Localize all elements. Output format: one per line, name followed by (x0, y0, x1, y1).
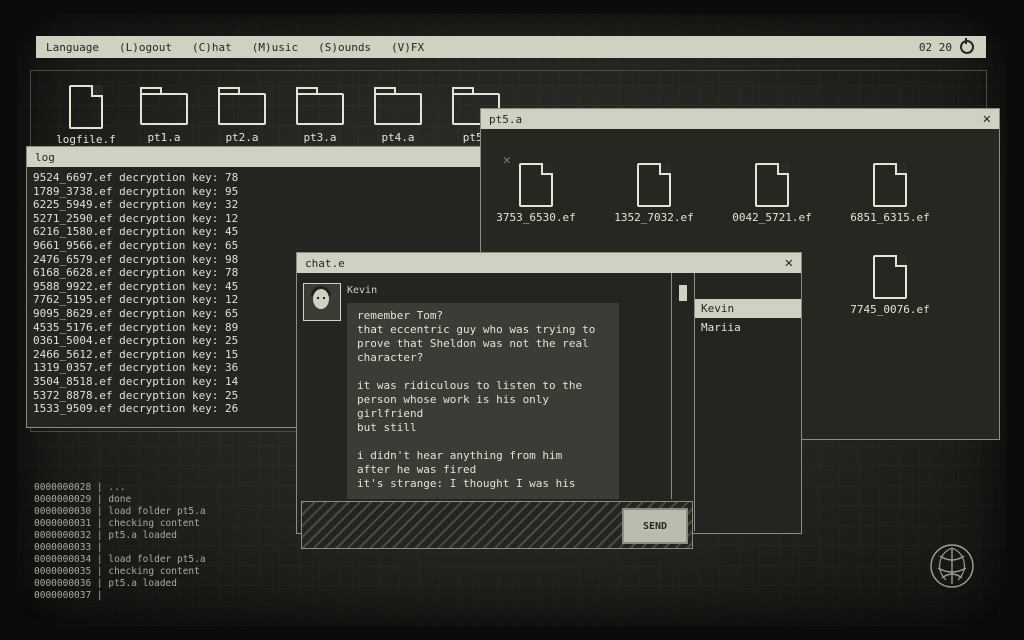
file-icon (69, 85, 103, 129)
console-line: 0000000028 | ... (34, 482, 126, 493)
console-line: 0000000036 | pt5.a loaded (34, 578, 177, 589)
log-line: 1789_3738.ef decryption key: 95 (33, 184, 239, 198)
file-icon (519, 163, 553, 207)
message-line: it's strange: I thought I was his (357, 477, 576, 490)
pt5-titlebar[interactable]: pt5.a ✕ (481, 109, 999, 129)
message-bubble[interactable]: remember Tom? that eccentric guy who was… (347, 303, 619, 499)
crt-screen: Language (L)ogout (C)hat (M)usic (S)ound… (18, 14, 1006, 626)
message-sender: Kevin (347, 285, 378, 296)
desktop-icon-label: pt3.a (303, 131, 337, 144)
log-title: log (35, 150, 55, 164)
message-line: but still (357, 421, 417, 434)
file-icon (873, 163, 907, 207)
console-line: 0000000034 | load folder pt5.a (34, 554, 206, 565)
message-line: prove that Sheldon was not the real (357, 337, 589, 350)
console-line: 0000000029 | done (34, 494, 132, 505)
console-log: 0000000028 | ... 0000000029 | done 00000… (34, 482, 206, 602)
message-line: after he was fired (357, 463, 477, 476)
console-line: 0000000032 | pt5.a loaded (34, 530, 177, 541)
user-mariia[interactable]: Mariia (695, 318, 801, 337)
user-list: Kevin Mariia (694, 273, 801, 531)
pt5-file[interactable]: 1352_7032.ef (599, 163, 709, 224)
desktop-icon-label: logfile.f (56, 133, 116, 146)
avatar-face (313, 289, 329, 309)
send-button[interactable]: SEND (622, 508, 688, 544)
clock: 02 20 (918, 40, 952, 54)
log-line: 9661_9566.ef decryption key: 65 (33, 238, 239, 252)
message-line: it was ridiculous to listen to the (357, 379, 583, 392)
menu-chat[interactable]: (C)hat (182, 41, 242, 54)
menu-logout[interactable]: (L)ogout (109, 41, 182, 54)
desktop-icon-logfile[interactable]: logfile.f (51, 85, 121, 146)
file-icon (637, 163, 671, 207)
pt5-file[interactable]: 3753_6530.ef (481, 163, 591, 224)
menu-language[interactable]: Language (36, 41, 109, 54)
folder-icon (218, 87, 266, 125)
message-line: i didn't hear anything from him (357, 449, 563, 462)
log-titlebar[interactable]: log (27, 147, 497, 167)
desktop-icon-pt3[interactable]: pt3.a (285, 85, 355, 144)
message-line: character? (357, 351, 424, 364)
chat-titlebar[interactable]: chat.e ✕ (297, 253, 801, 273)
chat-body: Kevin remember Tom? that eccentric guy w… (297, 273, 801, 549)
pt5-file-label: 0042_5721.ef (732, 211, 812, 224)
chat-title: chat.e (305, 256, 345, 270)
menu-sounds[interactable]: (S)ounds (308, 41, 381, 54)
brain-icon[interactable] (928, 542, 976, 590)
folder-icon (296, 87, 344, 125)
log-line: 6216_1580.ef decryption key: 45 (33, 225, 239, 239)
pt5-file-label: 7745_0076.ef (850, 303, 930, 316)
scroll-thumb[interactable] (679, 285, 687, 301)
message-line: remember Tom? (357, 309, 444, 322)
pt5-file-label: 3753_6530.ef (496, 211, 576, 224)
pt5-file[interactable]: 0042_5721.ef (717, 163, 827, 224)
message-input[interactable]: SEND (301, 501, 693, 549)
user-kevin[interactable]: Kevin (695, 299, 801, 318)
file-icon (873, 255, 907, 299)
desktop-icon-label: pt2.a (225, 131, 259, 144)
close-icon[interactable]: ✕ (983, 111, 991, 127)
menu-music[interactable]: (M)usic (242, 41, 308, 54)
close-icon[interactable]: ✕ (785, 255, 793, 271)
console-line: 0000000035 | checking content (34, 566, 200, 577)
console-line: 0000000033 | (34, 542, 103, 553)
message-line: that eccentric guy who was trying to (357, 323, 596, 336)
log-line: 9524_6697.ef decryption key: 78 (33, 171, 239, 184)
power-icon[interactable] (960, 38, 974, 54)
menu-bar: Language (L)ogout (C)hat (M)usic (S)ound… (36, 36, 986, 58)
desktop-icon-label: pt4.a (381, 131, 415, 144)
log-line: 5271_2590.ef decryption key: 12 (33, 211, 239, 225)
console-line: 0000000037 | (34, 590, 103, 601)
log-line: 6225_5949.ef decryption key: 32 (33, 198, 239, 212)
desktop-icon-pt4[interactable]: pt4.a (363, 85, 433, 144)
desktop-icon-label: pt1.a (147, 131, 181, 144)
chat-window: chat.e ✕ Kevin remember Tom? that eccent… (296, 252, 802, 549)
message-line: girlfriend (357, 407, 424, 420)
chat-scrollbar[interactable] (671, 273, 694, 499)
avatar (303, 283, 341, 321)
avatar-eyes (317, 297, 325, 299)
menu-vfx[interactable]: (V)FX (381, 41, 434, 54)
pt5-title: pt5.a (489, 112, 523, 126)
pt5-file-label: 6851_6315.ef (850, 211, 930, 224)
message-line (347, 365, 619, 379)
message-line (347, 435, 619, 449)
pt5-file-label: 1352_7032.ef (614, 211, 694, 224)
folder-icon (140, 87, 188, 125)
message-text: remember Tom? that eccentric guy who was… (347, 303, 619, 491)
message-line: person whose work is his only (357, 393, 550, 406)
folder-icon (374, 87, 422, 125)
pt5-file[interactable]: 7745_0076.ef (835, 255, 945, 316)
file-icon (755, 163, 789, 207)
pt5-file[interactable]: 6851_6315.ef (835, 163, 945, 224)
console-line: 0000000030 | load folder pt5.a (34, 506, 206, 517)
console-line: 0000000031 | checking content (34, 518, 200, 529)
desktop-icon-pt2[interactable]: pt2.a (207, 85, 277, 144)
desktop-icon-pt1[interactable]: pt1.a (129, 85, 199, 144)
